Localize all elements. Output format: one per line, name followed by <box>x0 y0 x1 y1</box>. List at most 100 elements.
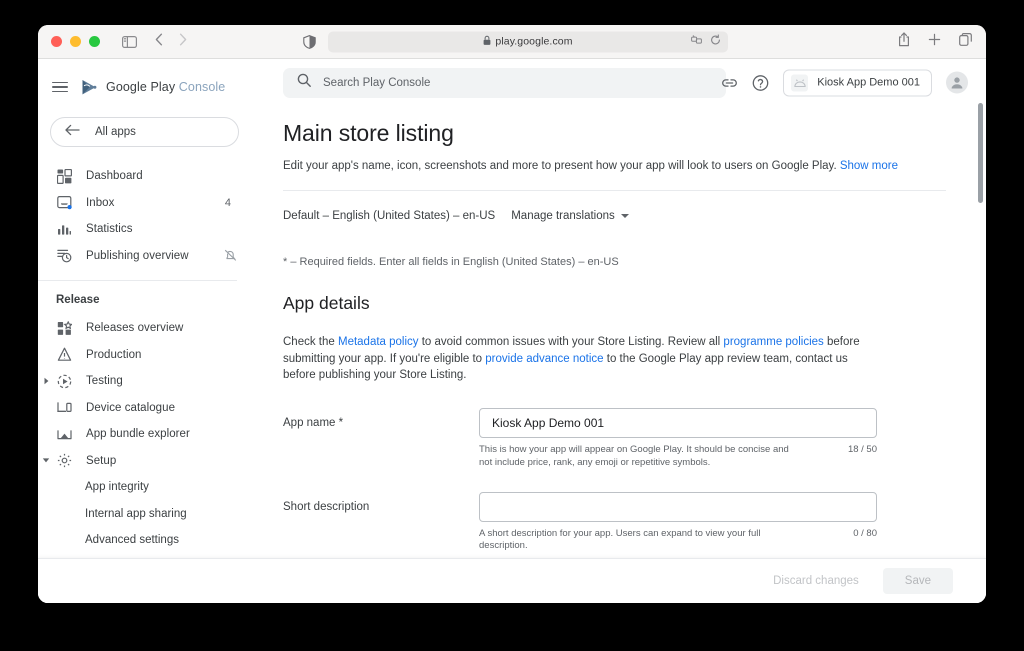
maximize-window-button[interactable] <box>89 36 100 47</box>
account-avatar-icon[interactable] <box>946 71 968 94</box>
app-name-input[interactable]: Kiosk App Demo 001 <box>479 408 877 439</box>
required-asterisk: * <box>338 417 344 430</box>
sidebar-subitem-app-integrity[interactable]: App integrity <box>38 474 251 501</box>
sidebar-item-label: Setup <box>86 454 117 467</box>
google-play-console-logo[interactable]: Google Play Console <box>81 79 225 96</box>
notifications-off-icon[interactable] <box>224 249 237 262</box>
sidebar-subitem-internal-app-sharing[interactable]: Internal app sharing <box>38 501 251 528</box>
app-name-counter: 18 / 50 <box>847 444 877 456</box>
statistics-icon <box>56 221 72 237</box>
save-button[interactable]: Save <box>882 568 953 594</box>
device-catalogue-icon <box>56 400 72 416</box>
sidebar-item-label: Device catalogue <box>86 401 176 414</box>
browser-navigation <box>155 33 187 51</box>
provide-advance-notice-link[interactable]: provide advance notice <box>485 353 603 365</box>
page-subtitle: Edit your app's name, icon, screenshots … <box>283 160 946 172</box>
minimize-window-button[interactable] <box>70 36 81 47</box>
releases-overview-icon <box>56 320 72 336</box>
header-divider <box>283 190 946 191</box>
dashboard-icon <box>56 168 72 184</box>
policy-text-1: Check the <box>283 336 338 348</box>
page-scrollbar-thumb[interactable] <box>978 103 983 203</box>
section-heading-app-details: App details <box>283 293 370 313</box>
sidebar-item-label: Inbox <box>86 196 115 209</box>
inbox-badge-count: 4 <box>224 196 231 209</box>
metadata-policy-link[interactable]: Metadata policy <box>338 336 419 348</box>
testing-icon <box>56 373 72 389</box>
shield-icon[interactable] <box>303 34 316 49</box>
reload-icon[interactable] <box>710 33 721 51</box>
app-selector-chip[interactable]: Kiosk App Demo 001 <box>783 69 932 96</box>
brand-secondary: Console <box>178 80 226 94</box>
sidebar-item-production[interactable]: Production <box>38 342 251 369</box>
browser-toolbar-actions <box>898 31 972 52</box>
page-scrollbar-track[interactable] <box>975 59 983 603</box>
app-top-bar-actions: Kiosk App Demo 001 <box>721 69 968 96</box>
sidebar-item-testing[interactable]: Testing <box>38 368 251 395</box>
policy-text-2: to avoid common issues with your Store L… <box>418 336 724 348</box>
close-window-button[interactable] <box>51 36 62 47</box>
url-text: play.google.com <box>495 35 573 48</box>
production-icon <box>56 347 72 363</box>
sidebar-toggle-icon[interactable] <box>122 35 137 48</box>
discard-changes-button[interactable]: Discard changes <box>763 568 869 594</box>
sidebar-item-label: Dashboard <box>86 170 143 183</box>
browser-window: play.google.com Google Play Console All … <box>38 25 986 603</box>
android-app-icon <box>791 74 809 91</box>
all-apps-button[interactable]: All apps <box>50 117 239 147</box>
all-apps-label: All apps <box>95 126 136 138</box>
page-title: Main store listing <box>283 120 454 146</box>
brand-row: Google Play Console <box>38 69 251 105</box>
back-chevron-icon[interactable] <box>155 33 163 51</box>
manage-translations-label: Manage translations <box>511 210 615 222</box>
form-row-short-description: Short description A short description fo… <box>283 491 946 554</box>
required-fields-note: * – Required fields. Enter all fields in… <box>283 256 619 268</box>
sidebar-subitem-advanced-settings[interactable]: Advanced settings <box>38 527 251 554</box>
sidebar-item-label: App bundle explorer <box>86 428 190 441</box>
address-bar[interactable]: play.google.com <box>328 31 728 52</box>
window-traffic-lights <box>51 36 100 47</box>
show-more-link[interactable]: Show more <box>840 160 898 172</box>
app-name-label: App name * <box>283 408 479 470</box>
short-description-label: Short description <box>283 492 479 554</box>
sidebar-item-setup[interactable]: Setup <box>38 448 251 475</box>
short-description-help-text: A short description for your app. Users … <box>479 527 761 552</box>
chevron-right-icon[interactable] <box>42 377 50 385</box>
sidebar-item-label: Statistics <box>86 223 133 236</box>
extensions-icon[interactable] <box>691 33 703 51</box>
sidebar-item-label: Releases overview <box>86 322 184 335</box>
release-nav-group: Releases overview Production Testing Dev… <box>38 315 251 554</box>
share-icon[interactable] <box>898 31 910 52</box>
sidebar-item-device-catalogue[interactable]: Device catalogue <box>38 395 251 422</box>
new-tab-plus-icon[interactable] <box>928 33 941 51</box>
short-description-input[interactable] <box>479 491 877 522</box>
app-selector-name: Kiosk App Demo 001 <box>817 76 920 89</box>
sidebar-item-label: Production <box>86 348 142 361</box>
sidebar-item-inbox[interactable]: Inbox 4 <box>38 190 251 217</box>
sidebar-item-statistics[interactable]: Statistics <box>38 216 251 243</box>
programme-policies-link[interactable]: programme policies <box>723 336 823 348</box>
tabs-overview-icon[interactable] <box>959 32 972 51</box>
sidebar-item-releases-overview[interactable]: Releases overview <box>38 315 251 342</box>
chevron-down-icon[interactable] <box>42 457 50 465</box>
hamburger-menu-icon[interactable] <box>52 81 68 93</box>
help-circle-icon[interactable] <box>752 74 769 91</box>
search-input[interactable]: Search Play Console <box>283 67 726 98</box>
sidebar-item-dashboard[interactable]: Dashboard <box>38 163 251 190</box>
page-viewport: Google Play Console All apps Dashboard I… <box>38 59 986 603</box>
app-name-control: Kiosk App Demo 001 This is how your app … <box>479 408 877 470</box>
short-description-control: A short description for your app. Users … <box>479 491 877 554</box>
manage-translations-dropdown[interactable]: Manage translations <box>511 210 629 222</box>
bottom-action-bar: Discard changes Save <box>38 558 986 603</box>
sidebar-item-app-bundle-explorer[interactable]: App bundle explorer <box>38 421 251 448</box>
sidebar-item-publishing-overview[interactable]: Publishing overview <box>38 243 251 270</box>
short-description-help-row: A short description for your app. Users … <box>479 528 877 554</box>
forward-chevron-icon[interactable] <box>179 33 187 51</box>
main-content: Search Play Console Kiosk App Demo 001 M… <box>251 59 986 603</box>
browser-toolbar: play.google.com <box>38 25 986 59</box>
primary-nav-group: Dashboard Inbox 4 Statistics Publishing … <box>38 163 251 269</box>
language-row: Default – English (United States) – en-U… <box>283 210 946 222</box>
inbox-icon <box>56 195 72 211</box>
link-icon[interactable] <box>721 75 738 90</box>
policy-paragraph: Check the Metadata policy to avoid commo… <box>283 334 881 384</box>
